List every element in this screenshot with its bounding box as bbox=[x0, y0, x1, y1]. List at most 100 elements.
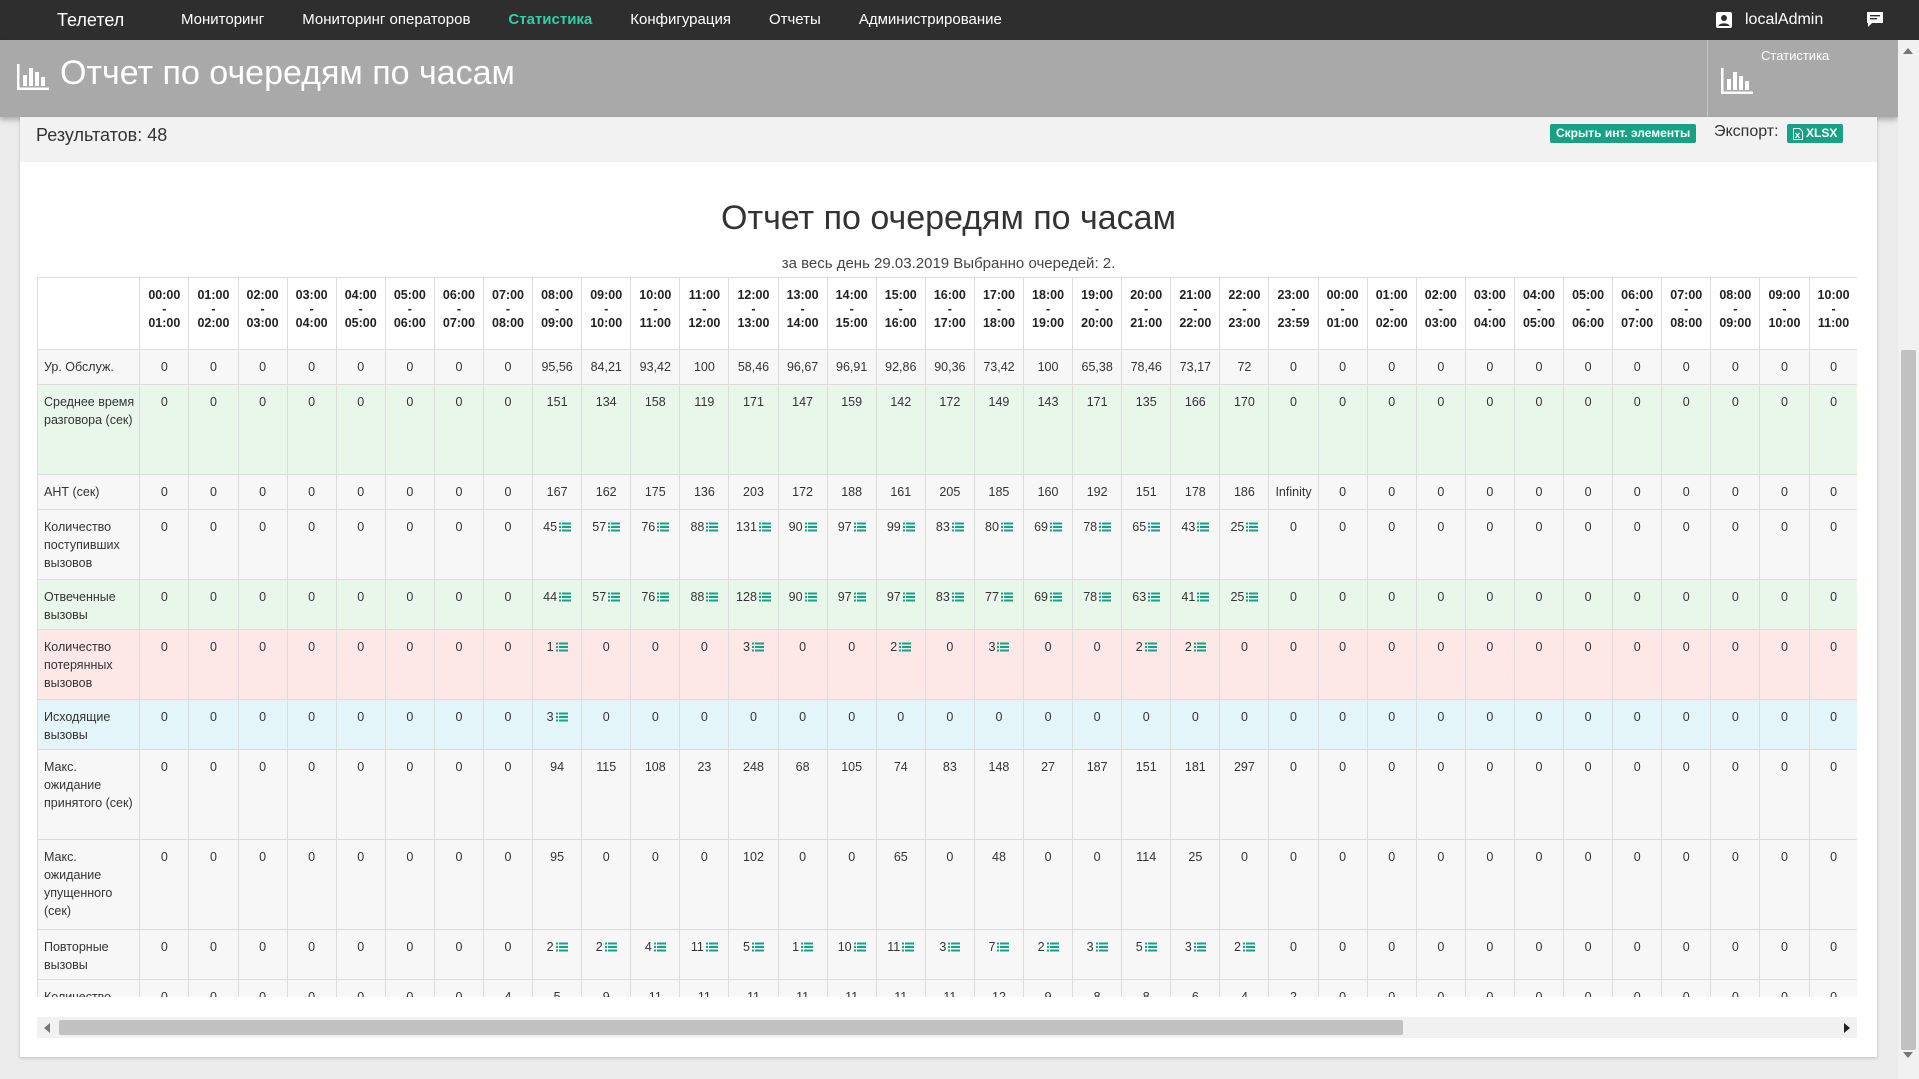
table-cell: 0 bbox=[1415, 629, 1466, 700]
table-horizontal-scrollbar[interactable] bbox=[37, 1017, 1857, 1038]
list-details-icon[interactable] bbox=[1144, 942, 1157, 952]
table-cell: 0 bbox=[581, 699, 632, 750]
list-details-icon[interactable] bbox=[1197, 522, 1210, 532]
cell-value: 0 bbox=[1290, 710, 1297, 724]
table-cell: 159 bbox=[826, 384, 877, 475]
list-details-icon[interactable] bbox=[559, 522, 572, 532]
list-details-icon[interactable] bbox=[902, 522, 915, 532]
table-cell: 0 bbox=[1464, 629, 1515, 700]
list-details-icon[interactable] bbox=[604, 942, 617, 952]
column-header: 10:00-11:00 bbox=[630, 277, 681, 350]
list-details-icon[interactable] bbox=[706, 522, 719, 532]
nav-item-4[interactable]: Конфигурация bbox=[611, 0, 750, 40]
list-details-icon[interactable] bbox=[1148, 592, 1161, 602]
list-details-icon[interactable] bbox=[1050, 592, 1062, 602]
list-details-icon[interactable] bbox=[853, 942, 866, 952]
list-details-icon[interactable] bbox=[653, 942, 666, 952]
table-cell: 0 bbox=[237, 384, 288, 475]
cell-value: 0 bbox=[1388, 590, 1396, 604]
list-details-icon[interactable] bbox=[1246, 522, 1259, 532]
list-details-icon[interactable] bbox=[608, 592, 621, 602]
list-details-icon[interactable] bbox=[804, 592, 817, 602]
list-details-icon[interactable] bbox=[751, 642, 764, 652]
list-details-icon[interactable] bbox=[902, 592, 915, 602]
list-details-icon[interactable] bbox=[1193, 642, 1206, 652]
list-details-icon[interactable] bbox=[1242, 942, 1255, 952]
scroll-down-arrow-icon[interactable] bbox=[1903, 1052, 1913, 1058]
column-header-separator: - bbox=[555, 302, 560, 316]
brand-logo[interactable]: Телетел bbox=[57, 0, 124, 40]
cell-value: 65,38 bbox=[1081, 360, 1113, 374]
scroll-left-arrow-icon[interactable] bbox=[44, 1023, 50, 1033]
list-details-icon[interactable] bbox=[608, 522, 621, 532]
list-details-icon[interactable] bbox=[899, 642, 912, 652]
user-menu[interactable]: localAdmin bbox=[1715, 0, 1823, 40]
list-details-icon[interactable] bbox=[801, 942, 814, 952]
list-details-icon[interactable] bbox=[804, 522, 817, 532]
list-details-icon[interactable] bbox=[997, 942, 1010, 952]
list-details-icon[interactable] bbox=[706, 592, 719, 602]
list-details-icon[interactable] bbox=[1095, 942, 1108, 952]
table-cell: 0 bbox=[1317, 699, 1368, 750]
chat-icon[interactable] bbox=[1866, 10, 1884, 28]
table-cell: 0 bbox=[482, 699, 534, 750]
list-details-icon[interactable] bbox=[555, 712, 568, 722]
list-details-icon[interactable] bbox=[705, 942, 718, 952]
list-details-icon[interactable] bbox=[657, 592, 670, 602]
cell-value: 0 bbox=[1682, 710, 1690, 724]
list-details-icon[interactable] bbox=[1050, 522, 1062, 532]
cell-value: 0 bbox=[1584, 520, 1592, 534]
scroll-right-arrow-icon[interactable] bbox=[1844, 1023, 1850, 1033]
list-details-icon[interactable] bbox=[559, 592, 572, 602]
list-details-icon[interactable] bbox=[853, 592, 866, 602]
list-details-icon[interactable] bbox=[951, 522, 964, 532]
cell-value: 151 bbox=[1135, 760, 1157, 774]
list-details-icon[interactable] bbox=[951, 592, 964, 602]
list-details-icon[interactable] bbox=[758, 592, 771, 602]
list-details-icon[interactable] bbox=[1193, 942, 1206, 952]
page-vertical-scrollbar[interactable] bbox=[1898, 40, 1919, 1079]
export-xlsx-button[interactable]: XLSX bbox=[1787, 124, 1844, 143]
table-cell: 0 bbox=[139, 749, 190, 840]
nav-item-3[interactable]: Статистика bbox=[489, 0, 611, 40]
table-cell: 0 bbox=[139, 384, 190, 475]
hide-controls-button[interactable]: Скрыть инт. элементы bbox=[1550, 124, 1697, 143]
list-details-icon[interactable] bbox=[751, 942, 764, 952]
list-details-icon[interactable] bbox=[997, 642, 1010, 652]
header-side-panel[interactable]: Статистика bbox=[1707, 40, 1899, 117]
list-details-icon[interactable] bbox=[555, 942, 568, 952]
list-details-icon[interactable] bbox=[1246, 592, 1259, 602]
list-details-icon[interactable] bbox=[1144, 642, 1157, 652]
list-details-icon[interactable] bbox=[1000, 522, 1013, 532]
list-details-icon[interactable] bbox=[1046, 942, 1059, 952]
list-details-icon[interactable] bbox=[555, 642, 568, 652]
table-cell: 25 bbox=[1219, 579, 1270, 630]
list-details-icon[interactable] bbox=[1099, 522, 1112, 532]
nav-item-1[interactable]: Мониторинг bbox=[162, 0, 283, 40]
nav-item-2[interactable]: Мониторинг операторов bbox=[283, 0, 489, 40]
list-details-icon[interactable] bbox=[853, 522, 866, 532]
list-details-icon[interactable] bbox=[1197, 592, 1210, 602]
cell-value: 0 bbox=[1535, 520, 1543, 534]
table-cell: 0 bbox=[1661, 509, 1712, 580]
cell-value: 0 bbox=[259, 710, 267, 724]
nav-item-6[interactable]: Администрирование bbox=[840, 0, 1021, 40]
nav-item-5[interactable]: Отчеты bbox=[750, 0, 840, 40]
table-cell: 0 bbox=[1464, 979, 1515, 997]
table-cell: 83 bbox=[924, 749, 975, 840]
report-table-container[interactable]: 00:00-01:00 01:00-02:00 02:00-03:00 03:00-0… bbox=[37, 277, 1857, 997]
list-details-icon[interactable] bbox=[1000, 592, 1013, 602]
list-details-icon[interactable] bbox=[1099, 592, 1112, 602]
list-details-icon[interactable] bbox=[948, 942, 961, 952]
list-details-icon[interactable] bbox=[902, 942, 915, 952]
horizontal-scroll-thumb[interactable] bbox=[59, 1020, 1403, 1035]
list-details-icon[interactable] bbox=[657, 522, 670, 532]
table-cell: 0 bbox=[433, 579, 484, 630]
table-cell: 0 bbox=[1612, 839, 1663, 930]
list-details-icon[interactable] bbox=[1148, 522, 1161, 532]
cell-value: 0 bbox=[848, 850, 856, 864]
scroll-up-arrow-icon[interactable] bbox=[1903, 48, 1913, 54]
table-cell: 0 bbox=[777, 629, 828, 700]
list-details-icon[interactable] bbox=[758, 522, 771, 532]
vertical-scroll-thumb[interactable] bbox=[1901, 350, 1916, 1050]
